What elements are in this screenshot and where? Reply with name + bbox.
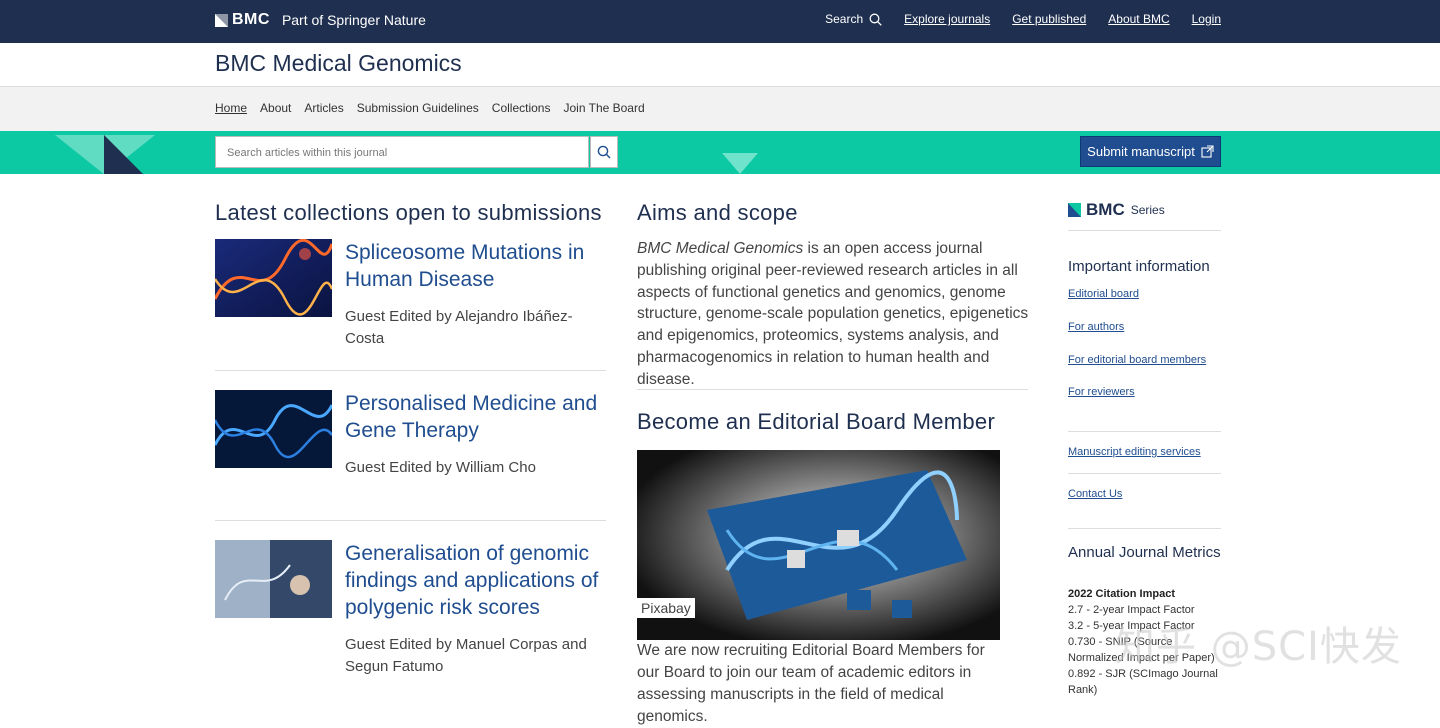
- search-icon: [869, 13, 882, 26]
- image-credit: Pixabay: [637, 598, 695, 618]
- nav-articles[interactable]: Articles: [304, 101, 343, 115]
- collection-item[interactable]: Spliceosome Mutations in Human Disease G…: [215, 239, 606, 349]
- top-search-button[interactable]: Search: [825, 12, 882, 26]
- bmc-logo[interactable]: BMC Part of Springer Nature: [215, 11, 426, 29]
- contact-us-link[interactable]: Contact Us: [1068, 488, 1122, 500]
- divider: [637, 389, 1028, 390]
- recruit-text: We are now recruiting Editorial Board Me…: [637, 642, 985, 725]
- top-nav: Search Explore journals Get published Ab…: [825, 12, 1221, 26]
- dna-blue-thumbnail: [215, 390, 332, 468]
- springer-nature-text: Part of Springer Nature: [281, 12, 426, 28]
- collection-editor: Guest Edited by Manuel Corpas and Segun …: [345, 636, 587, 675]
- board-heading: Become an Editorial Board Member: [637, 409, 996, 434]
- external-link-icon: [1201, 145, 1214, 158]
- collection-title[interactable]: Spliceosome Mutations in Human Disease: [345, 239, 605, 293]
- search-icon: [597, 145, 611, 159]
- scientist-dna-thumbnail: [215, 540, 332, 618]
- nav-about[interactable]: About: [260, 101, 291, 115]
- divider: [215, 520, 606, 521]
- nav-join-the-board[interactable]: Join The Board: [563, 101, 644, 115]
- about-bmc-link[interactable]: About BMC: [1108, 12, 1169, 26]
- dna-red-thumbnail: [215, 239, 332, 317]
- collection-title[interactable]: Personalised Medicine and Gene Therapy: [345, 390, 605, 444]
- important-info-heading: Important information: [1068, 258, 1210, 275]
- collection-editor: Guest Edited by Alejandro Ibáñez-Costa: [345, 308, 573, 347]
- citation-impact-heading: 2022 Citation Impact: [1068, 588, 1175, 600]
- manuscript-editing-link[interactable]: Manuscript editing services: [1068, 446, 1201, 458]
- journal-search-button[interactable]: [590, 136, 618, 168]
- for-authors-link[interactable]: For authors: [1068, 321, 1124, 333]
- divider: [215, 370, 606, 371]
- search-label: Search: [825, 12, 864, 26]
- get-published-link[interactable]: Get published: [1012, 12, 1086, 26]
- aims-heading: Aims and scope: [637, 200, 798, 225]
- journal-title[interactable]: BMC Medical Genomics: [215, 50, 462, 77]
- collection-item[interactable]: Personalised Medicine and Gene Therapy G…: [215, 390, 606, 500]
- editorial-board-link[interactable]: Editorial board: [1068, 288, 1139, 300]
- divider: [1068, 473, 1221, 474]
- metrics-heading: Annual Journal Metrics: [1068, 544, 1221, 561]
- for-editorial-board-members-link[interactable]: For editorial board members: [1068, 354, 1206, 366]
- aims-body: is an open access journal publishing ori…: [637, 240, 1029, 388]
- watermark: 知乎 @SCI快发: [1115, 624, 1402, 670]
- bmc-logo-icon: [215, 13, 228, 27]
- for-reviewers-link[interactable]: For reviewers: [1068, 386, 1135, 398]
- decorative-triangle: [104, 135, 144, 174]
- journal-nav: Home About Articles Submission Guideline…: [0, 86, 1440, 132]
- journal-search-input[interactable]: Search articles within this journal: [215, 136, 589, 168]
- nav-home[interactable]: Home: [215, 101, 247, 115]
- collection-item[interactable]: Generalisation of genomic findings and a…: [215, 540, 606, 690]
- bmc-series-logo[interactable]: BMC Series: [1068, 200, 1165, 220]
- submit-label: Submit manuscript: [1087, 144, 1195, 159]
- series-word: Series: [1130, 203, 1165, 217]
- nav-submission-guidelines[interactable]: Submission Guidelines: [357, 101, 479, 115]
- search-band: Search articles within this journal Subm…: [0, 131, 1440, 174]
- aims-text: BMC Medical Genomics is an open access j…: [637, 238, 1029, 391]
- divider: [1068, 431, 1221, 432]
- series-logo-text: BMC: [1086, 200, 1125, 219]
- divider: [1068, 528, 1221, 529]
- logo-text: BMC: [232, 11, 270, 28]
- decorative-triangle: [722, 153, 758, 174]
- bmc-logo-icon: [1068, 203, 1081, 217]
- top-bar: BMC Part of Springer Nature Search Explo…: [0, 0, 1440, 43]
- collections-heading: Latest collections open to submissions: [215, 200, 602, 225]
- login-link[interactable]: Login: [1192, 12, 1221, 26]
- collection-editor: Guest Edited by William Cho: [345, 459, 536, 476]
- explore-journals-link[interactable]: Explore journals: [904, 12, 990, 26]
- collection-title[interactable]: Generalisation of genomic findings and a…: [345, 540, 605, 621]
- submit-manuscript-button[interactable]: Submit manuscript: [1080, 136, 1221, 167]
- nav-collections[interactable]: Collections: [492, 101, 551, 115]
- journal-name-italic: BMC Medical Genomics: [637, 240, 804, 257]
- divider: [1068, 230, 1221, 231]
